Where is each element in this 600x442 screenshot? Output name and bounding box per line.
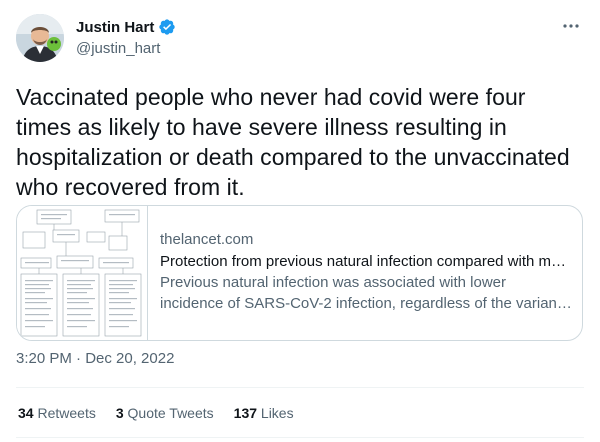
retweets-stat[interactable]: 34 Retweets: [18, 405, 96, 421]
quote-tweets-count: 3: [115, 405, 124, 421]
card-info: thelancet.com Protection from previous n…: [160, 230, 572, 314]
avatar[interactable]: [16, 14, 64, 62]
quote-tweets-stat[interactable]: 3 Quote Tweets: [116, 405, 214, 421]
quote-tweets-label: Quote Tweets: [127, 405, 214, 421]
likes-count: 137: [233, 405, 258, 421]
verified-badge-icon: [158, 18, 176, 36]
retweets-label: Retweets: [37, 405, 96, 421]
tweet: Justin Hart @justin_hart Vaccinated peop…: [0, 0, 600, 442]
card-description: Previous natural infection was associate…: [160, 272, 572, 314]
author-display-name[interactable]: Justin Hart: [76, 19, 154, 36]
card-title: Protection from previous natural infecti…: [160, 253, 567, 270]
card-description-line-2: incidence of SARS-CoV-2 infection, regar…: [160, 295, 572, 312]
divider: [16, 387, 584, 388]
link-card[interactable]: thelancet.com Protection from previous n…: [16, 205, 583, 341]
engagement-stats: 34 Retweets 3 Quote Tweets 137 Likes: [18, 405, 314, 421]
card-thumbnail: [17, 206, 148, 340]
more-horizontal-icon[interactable]: [560, 18, 582, 34]
likes-stat[interactable]: 137 Likes: [234, 405, 294, 421]
tweet-timestamp[interactable]: 3:20 PM · Dec 20, 2022: [16, 350, 174, 367]
author-name-row: Justin Hart: [76, 18, 176, 36]
card-domain: thelancet.com: [160, 231, 254, 248]
tweet-text: Vaccinated people who never had covid we…: [16, 84, 570, 200]
author-handle[interactable]: @justin_hart: [76, 40, 160, 57]
likes-label: Likes: [260, 405, 294, 421]
retweets-count: 34: [18, 405, 34, 421]
avatar-image: [16, 14, 64, 62]
card-description-line-1: Previous natural infection was associate…: [160, 274, 507, 291]
divider: [16, 437, 584, 438]
